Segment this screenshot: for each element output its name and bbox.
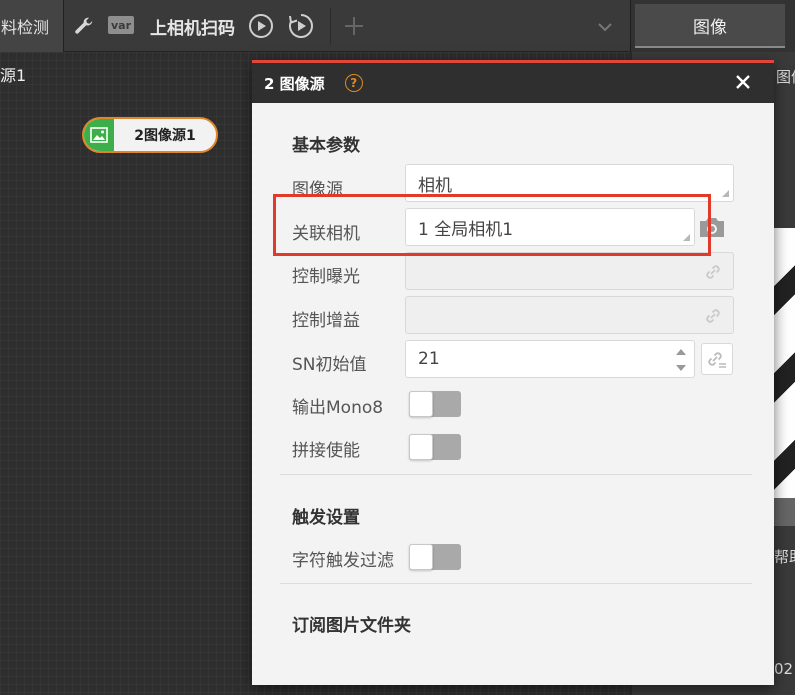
dropdown-corner-icon	[722, 190, 729, 197]
stitch-enable-label: 拼接使能	[292, 441, 360, 461]
control-gain-label: 控制增益	[292, 311, 360, 331]
image-preview-footer	[774, 498, 795, 526]
control-gain-field[interactable]	[405, 296, 734, 334]
section-trigger-settings: 触发设置	[292, 508, 360, 528]
control-exposure-label: 控制曝光	[292, 267, 360, 287]
image-source-value: 相机	[418, 175, 452, 196]
link-icon[interactable]	[703, 262, 723, 282]
toggle-knob	[409, 391, 433, 417]
link-icon[interactable]	[703, 306, 723, 326]
help-icon[interactable]: ?	[344, 74, 363, 92]
sn-initial-label: SN初始值	[292, 355, 367, 375]
image-icon	[84, 119, 114, 151]
section-divider	[280, 474, 752, 475]
dialog-header[interactable]: 2 图像源 ?	[252, 63, 774, 103]
char-trigger-filter-toggle[interactable]	[409, 544, 461, 570]
add-flow-icon[interactable]	[342, 14, 366, 38]
flow-title: 上相机扫码	[150, 18, 235, 39]
section-divider	[280, 583, 752, 584]
stepper-icon[interactable]	[676, 349, 686, 371]
sn-initial-value: 21	[418, 349, 440, 369]
dialog-title: 2 图像源	[264, 74, 325, 93]
help-text: 帮助	[774, 548, 795, 566]
close-icon[interactable]	[734, 73, 752, 91]
image-preview[interactable]	[774, 228, 795, 498]
image-source-dialog: 2 图像源 ? 基本参数 图像源 相机 关联相机 1 全局相机1 控制曝光 控制…	[252, 60, 774, 685]
section-basic-params: 基本参数	[292, 136, 360, 156]
output-mono8-toggle[interactable]	[409, 391, 461, 417]
toolbar-divider	[330, 8, 331, 44]
canvas-partial-label: 源1	[0, 66, 27, 85]
section-subscribe-folder[interactable]: 订阅图片文件夹	[292, 611, 411, 636]
sn-link-button[interactable]	[701, 343, 733, 375]
control-exposure-field[interactable]	[405, 252, 734, 290]
wrench-icon[interactable]	[72, 14, 96, 38]
flow-toolbar: 料检测 var 上相机扫码	[0, 0, 630, 52]
sn-initial-input[interactable]: 21	[405, 340, 695, 378]
tab-image-label: 图像	[693, 17, 727, 38]
right-tab-bar: 图像	[630, 0, 795, 52]
run-icon[interactable]	[248, 13, 274, 39]
tab-material-inspection[interactable]: 料检测	[0, 0, 64, 52]
toggle-knob	[409, 544, 433, 570]
node-image-source[interactable]: 2图像源1	[82, 117, 218, 153]
annotation-highlight-box	[273, 194, 711, 256]
tab-image[interactable]: 图像	[635, 4, 785, 48]
node-label: 2图像源1	[134, 128, 196, 144]
tab-label: 料检测	[0, 18, 49, 37]
output-mono8-label: 输出Mono8	[292, 398, 384, 418]
variable-icon[interactable]: var	[108, 16, 134, 34]
image-panel-title: 图像	[776, 68, 795, 86]
char-trigger-filter-label: 字符触发过滤	[292, 551, 394, 571]
chevron-down-icon[interactable]	[596, 18, 614, 36]
stitch-enable-toggle[interactable]	[409, 434, 461, 460]
run-once-icon[interactable]	[288, 13, 314, 39]
code-text: 02	[774, 660, 794, 678]
toggle-knob	[409, 434, 433, 460]
